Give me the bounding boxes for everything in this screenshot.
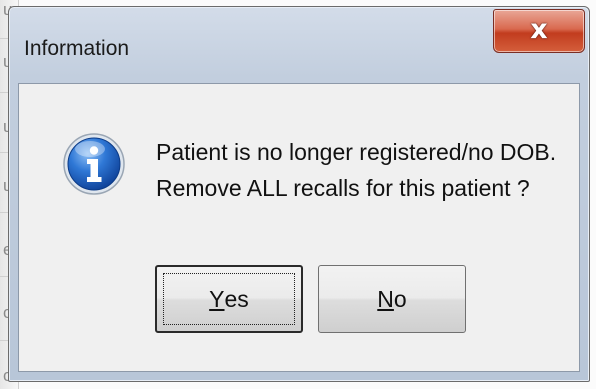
no-accelerator: N bbox=[377, 285, 394, 312]
yes-button-label: Yes bbox=[157, 267, 301, 331]
no-label-rest: o bbox=[393, 285, 407, 312]
no-button-label: No bbox=[319, 266, 465, 332]
no-button[interactable]: No bbox=[318, 265, 466, 333]
message-line: Patient is no longer registered/no DOB. bbox=[156, 139, 557, 165]
yes-button[interactable]: Yes bbox=[155, 265, 303, 333]
dialog-title: Information bbox=[24, 37, 130, 60]
yes-accelerator: Y bbox=[209, 285, 225, 312]
dialog-body: Patient is no longer registered/no DOB. … bbox=[18, 83, 580, 372]
information-dialog: Information x Patient is no longer regis… bbox=[8, 6, 590, 382]
close-button[interactable]: x bbox=[493, 9, 585, 53]
title-bar[interactable]: Information x bbox=[9, 7, 589, 83]
close-icon: x bbox=[530, 14, 548, 45]
dialog-message: Patient is no longer registered/no DOB. … bbox=[156, 134, 556, 206]
information-icon bbox=[63, 133, 125, 195]
message-line: Remove ALL recalls for this patient ? bbox=[156, 175, 530, 201]
yes-label-rest: es bbox=[224, 285, 249, 312]
